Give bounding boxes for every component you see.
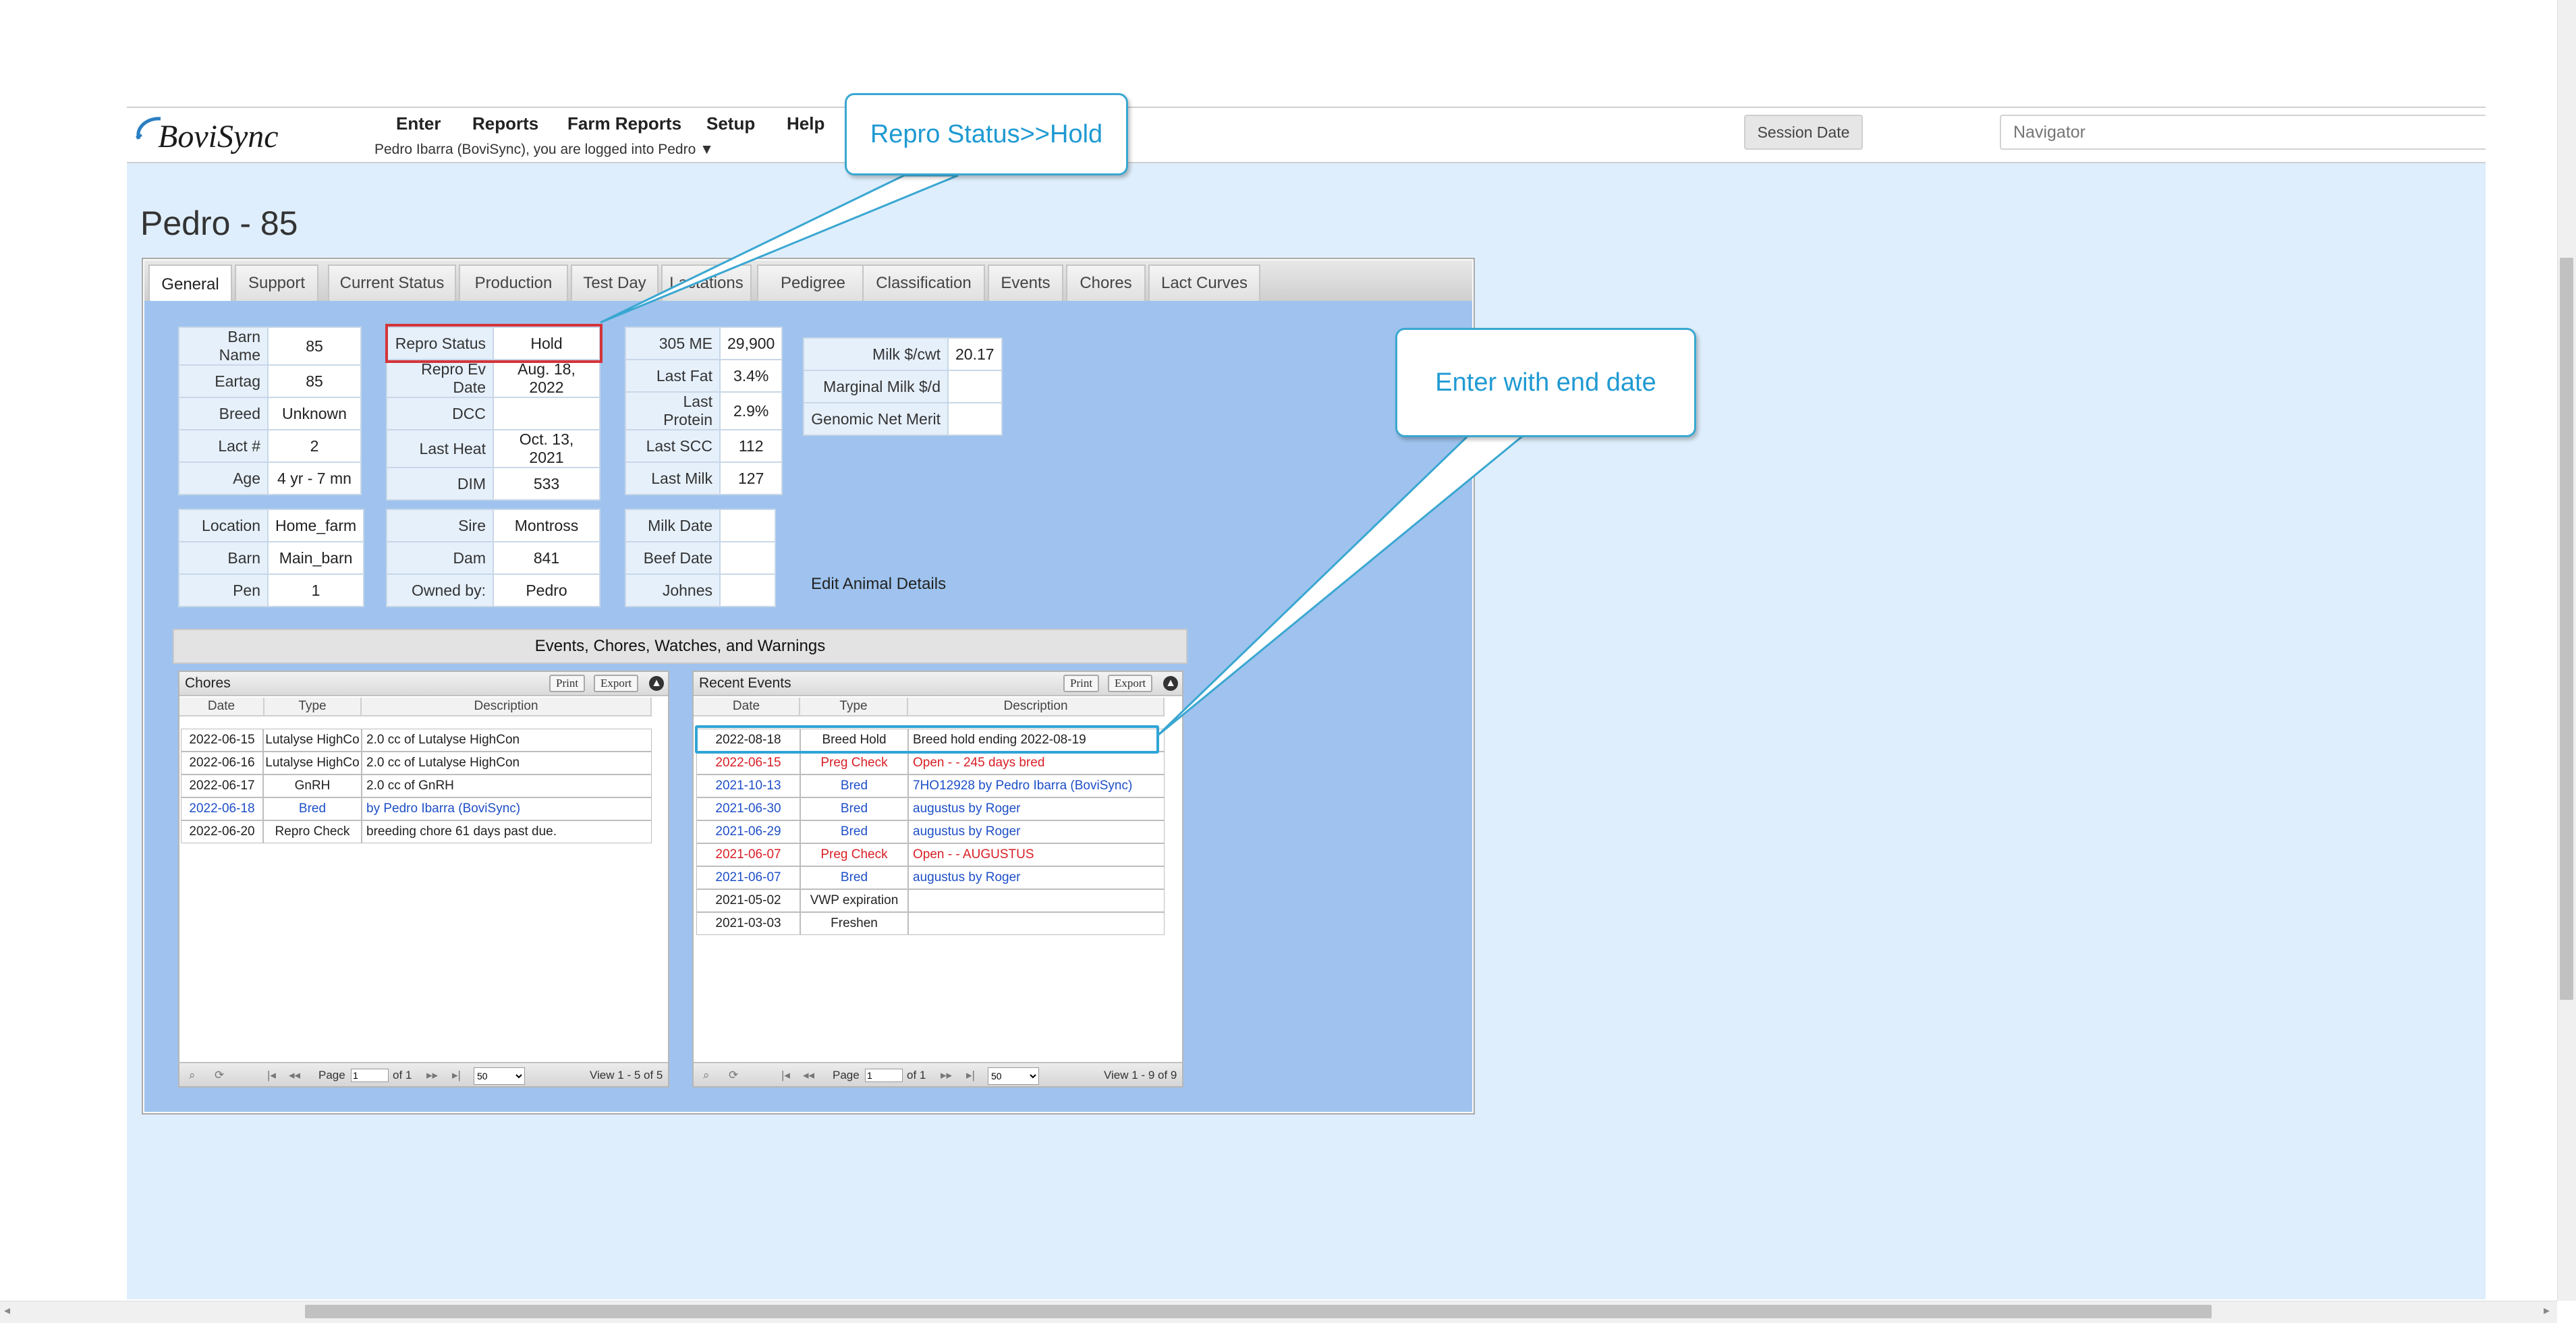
horizontal-scrollbar-thumb[interactable]	[305, 1305, 2212, 1318]
enter-end-date-callout: Enter with end date	[1395, 328, 1696, 437]
enter-callout-pointer	[1156, 432, 1530, 737]
vertical-scrollbar-thumb[interactable]	[2560, 258, 2573, 1000]
repro-status-callout: Repro Status>>Hold	[845, 93, 1128, 175]
repro-callout-pointer	[600, 174, 959, 324]
scroll-right-icon[interactable]: ▸	[2544, 1303, 2550, 1318]
callout-pointers	[600, 174, 1530, 737]
scroll-left-icon[interactable]: ◂	[4, 1303, 10, 1318]
